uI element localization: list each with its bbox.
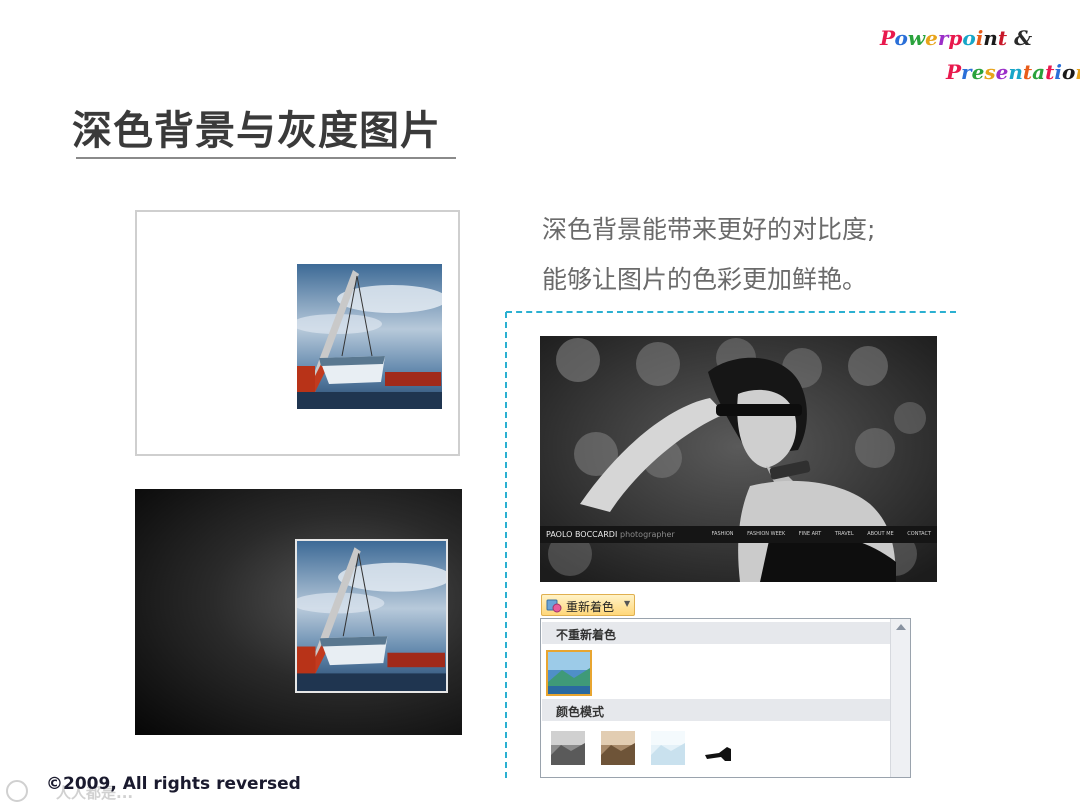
chevron-down-icon: ▼ — [624, 599, 631, 608]
recolor-button[interactable]: 重新着色 ▼ — [541, 594, 635, 616]
photographer-name: PAOLO BOCCARDI — [546, 530, 618, 539]
grayscale-fashion-photo: PAOLO BOCCARDI photographer FASHION FASH… — [540, 336, 937, 582]
boat-photo-dark — [295, 539, 448, 693]
panel-scrollbar[interactable] — [890, 619, 910, 777]
logo-line-2: Presentation — [946, 60, 1080, 84]
logo-line-1: Powerpoint & — [880, 26, 1033, 50]
color-mode-grayscale[interactable] — [551, 731, 585, 765]
copyright-text: ©2009, All rights reversed — [46, 774, 301, 794]
no-recolor-header: 不重新着色 — [542, 622, 890, 644]
watermark-logo-icon — [6, 780, 28, 802]
color-modes-header: 颜色模式 — [542, 699, 890, 721]
photo-site-navbar: PAOLO BOCCARDI photographer FASHION FASH… — [540, 526, 937, 543]
color-mode-black-white[interactable] — [701, 731, 735, 765]
callout-dashed-left — [505, 312, 507, 778]
slide-description: 深色背景能带来更好的对比度; 能够让图片的色彩更加鲜艳。 — [542, 205, 875, 305]
title-underline — [76, 157, 456, 159]
photo-nav-fine-art: FINE ART — [798, 531, 822, 537]
recolor-button-label: 重新着色 — [566, 600, 615, 614]
photo-nav-contact: CONTACT — [907, 531, 931, 537]
scroll-up-arrow-icon[interactable] — [896, 624, 906, 630]
description-line-1: 深色背景能带来更好的对比度; — [542, 215, 876, 244]
no-recolor-thumbnail[interactable] — [546, 650, 592, 696]
color-mode-washout[interactable] — [651, 731, 685, 765]
color-mode-sepia[interactable] — [601, 731, 635, 765]
recolor-icon — [546, 598, 562, 613]
photo-nav-travel: TRAVEL — [834, 531, 854, 537]
callout-dashed-top — [506, 311, 956, 313]
photo-nav-fashion: FASHION — [711, 531, 734, 537]
photographer-role: photographer — [620, 530, 675, 539]
slide-title: 深色背景与灰度图片 — [72, 108, 441, 154]
recolor-dropdown-panel: 不重新着色 颜色模式 — [540, 618, 911, 778]
powerpoint-presentation-logo: Powerpoint & Presentation — [880, 26, 1080, 86]
photo-nav-fashion-week: FASHION WEEK — [747, 531, 786, 537]
description-line-2: 能够让图片的色彩更加鲜艳。 — [542, 265, 868, 294]
boat-photo-light — [297, 264, 442, 409]
photo-nav-about-me: ABOUT ME — [867, 531, 894, 537]
